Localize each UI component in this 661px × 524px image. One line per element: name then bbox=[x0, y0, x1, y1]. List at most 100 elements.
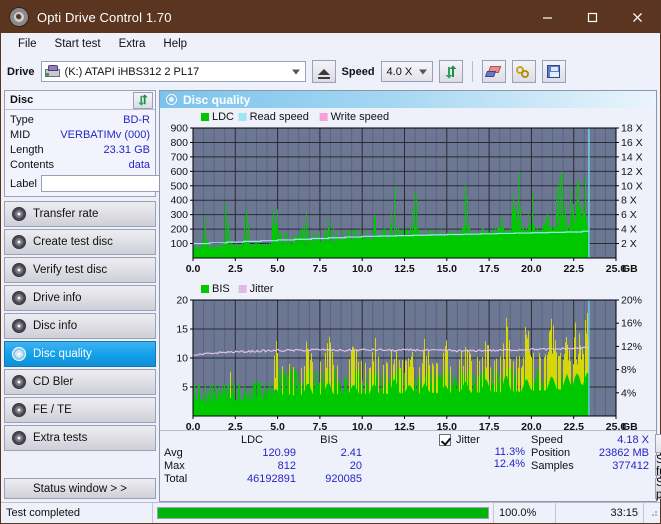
jitter-avg-value: 11.3% bbox=[494, 446, 525, 458]
sidebar-item-label: Verify test disc bbox=[33, 264, 108, 276]
svg-text:16%: 16% bbox=[621, 318, 642, 330]
erase-button[interactable] bbox=[481, 60, 506, 83]
tools-button[interactable] bbox=[511, 60, 536, 83]
run-stats: Speed 4.18 X Position 23862 MB Samples 3… bbox=[531, 434, 653, 499]
save-icon bbox=[547, 65, 561, 78]
svg-text:4%: 4% bbox=[621, 387, 636, 399]
disc-type-value: BD-R bbox=[123, 114, 150, 126]
svg-text:6 X: 6 X bbox=[621, 209, 637, 221]
svg-text:BIS: BIS bbox=[212, 283, 230, 295]
svg-text:100: 100 bbox=[170, 238, 188, 250]
sidebar-item-disc-info[interactable]: Disc info bbox=[4, 313, 156, 339]
disc-type-key: Type bbox=[10, 114, 34, 126]
svg-text:20.0: 20.0 bbox=[521, 421, 542, 433]
disc-row-length: Length 23.31 GB bbox=[10, 143, 150, 158]
svg-text:17.5: 17.5 bbox=[479, 421, 500, 433]
sidebar-item-create-test-disc[interactable]: Create test disc bbox=[4, 229, 156, 255]
sidebar-item-cd-bler[interactable]: CD Bler bbox=[4, 369, 156, 395]
avg-bis-value: 2.41 bbox=[340, 447, 362, 459]
disc-icon bbox=[12, 235, 26, 249]
sidebar-item-transfer-rate[interactable]: Transfer rate bbox=[4, 201, 156, 227]
refresh-button[interactable] bbox=[438, 60, 463, 83]
svg-text:Jitter: Jitter bbox=[250, 283, 274, 295]
eject-icon bbox=[317, 68, 330, 79]
svg-text:5: 5 bbox=[182, 382, 188, 394]
svg-text:2.5: 2.5 bbox=[228, 263, 243, 275]
svg-text:10: 10 bbox=[176, 353, 188, 365]
start-full-button[interactable]: Start full bbox=[655, 454, 661, 478]
svg-text:20%: 20% bbox=[621, 295, 642, 307]
disc-icon bbox=[12, 291, 26, 305]
drive-select[interactable]: (K:) ATAPI iHBS312 2 PL17 bbox=[40, 61, 306, 82]
disc-icon bbox=[12, 431, 26, 445]
svg-text:200: 200 bbox=[170, 224, 188, 236]
start-part-button[interactable]: Start part bbox=[655, 477, 661, 501]
disc-icon bbox=[12, 207, 26, 221]
sidebar-item-label: FE / TE bbox=[33, 404, 72, 416]
status-window-button[interactable]: Status window > > bbox=[4, 478, 156, 499]
svg-text:2.5: 2.5 bbox=[228, 421, 243, 433]
svg-text:300: 300 bbox=[170, 209, 188, 221]
disc-icon bbox=[12, 347, 26, 361]
svg-text:0.0: 0.0 bbox=[186, 421, 201, 433]
status-message: Test completed bbox=[1, 503, 153, 523]
refresh-icon bbox=[138, 94, 148, 106]
svg-text:17.5: 17.5 bbox=[479, 263, 500, 275]
sidebar-item-label: Disc info bbox=[33, 320, 78, 332]
samples-stat-label: Samples bbox=[531, 460, 574, 472]
close-button[interactable] bbox=[615, 1, 660, 33]
status-bar: Test completed 100.0% 33:15 bbox=[1, 502, 660, 523]
refresh-icon bbox=[445, 65, 457, 78]
sidebar-item-label: Extra tests bbox=[33, 432, 88, 444]
jitter-checkbox[interactable] bbox=[439, 434, 451, 446]
minimize-button[interactable] bbox=[525, 1, 570, 33]
svg-text:12.5: 12.5 bbox=[394, 421, 415, 433]
menu-file[interactable]: File bbox=[9, 36, 46, 52]
save-button[interactable] bbox=[541, 60, 566, 83]
speed-label: Speed bbox=[341, 65, 375, 78]
progress-percent: 100.0% bbox=[494, 503, 556, 523]
error-stats-table: LDC BIS Avg 120.99 2.41 Max 812 20 Total… bbox=[164, 434, 439, 499]
speed-select-value: 4.0 X bbox=[386, 65, 413, 78]
test-controls: 4.0 X Start full Start part bbox=[653, 434, 661, 501]
chevron-down-icon bbox=[418, 69, 427, 74]
menu-extra[interactable]: Extra bbox=[110, 36, 155, 52]
sidebar-item-extra-tests[interactable]: Extra tests bbox=[4, 425, 156, 451]
disc-properties: Type BD-R MID VERBATIMv (000) Length 23.… bbox=[5, 110, 247, 196]
speed-select[interactable]: 4.0 X bbox=[380, 61, 433, 82]
drive-icon bbox=[44, 65, 60, 78]
menu-bar: File Start test Extra Help bbox=[1, 33, 660, 55]
svg-text:GB: GB bbox=[622, 263, 638, 275]
svg-text:16 X: 16 X bbox=[621, 137, 643, 149]
disc-row-type: Type BD-R bbox=[10, 113, 150, 128]
tools-icon bbox=[516, 65, 531, 79]
resize-grip[interactable] bbox=[644, 507, 660, 519]
disc-row-mid: MID VERBATIMv (000) bbox=[10, 128, 150, 143]
disc-label-key: Label bbox=[10, 177, 37, 190]
disc-icon bbox=[12, 319, 26, 333]
svg-text:12.5: 12.5 bbox=[394, 263, 415, 275]
row-label-total: Total bbox=[164, 473, 188, 485]
disc-mid-key: MID bbox=[10, 129, 31, 141]
disc-refresh-button[interactable] bbox=[133, 91, 153, 109]
sidebar-item-verify-test-disc[interactable]: Verify test disc bbox=[4, 257, 156, 283]
test-speed-select[interactable]: 4.0 X bbox=[655, 434, 661, 453]
sidebar: Disc Type BD-R MID VERBATIMv (000) Lengt… bbox=[1, 88, 247, 502]
page-title: Disc quality bbox=[183, 92, 251, 107]
sidebar-item-disc-quality[interactable]: Disc quality bbox=[4, 341, 156, 367]
ldc-chart: LDC Read speed Write speed 100 200 300 400 500 6… bbox=[160, 108, 656, 280]
svg-text:5.0: 5.0 bbox=[270, 263, 285, 275]
sidebar-item-drive-info[interactable]: Drive info bbox=[4, 285, 156, 311]
menu-help[interactable]: Help bbox=[154, 36, 196, 52]
svg-text:900: 900 bbox=[170, 123, 188, 135]
svg-text:7.5: 7.5 bbox=[313, 263, 328, 275]
svg-text:4 X: 4 X bbox=[621, 224, 637, 236]
eject-button[interactable] bbox=[311, 60, 336, 83]
maximize-button[interactable] bbox=[570, 1, 615, 33]
max-bis-value: 20 bbox=[349, 460, 362, 472]
sidebar-item-fe-te[interactable]: FE / TE bbox=[4, 397, 156, 423]
sidebar-item-label: Disc quality bbox=[33, 348, 92, 360]
menu-start-test[interactable]: Start test bbox=[46, 36, 110, 52]
jitter-stats: Jitter 11.3% 12.4% bbox=[439, 434, 531, 499]
content-area: Disc Type BD-R MID VERBATIMv (000) Lengt… bbox=[1, 88, 661, 502]
